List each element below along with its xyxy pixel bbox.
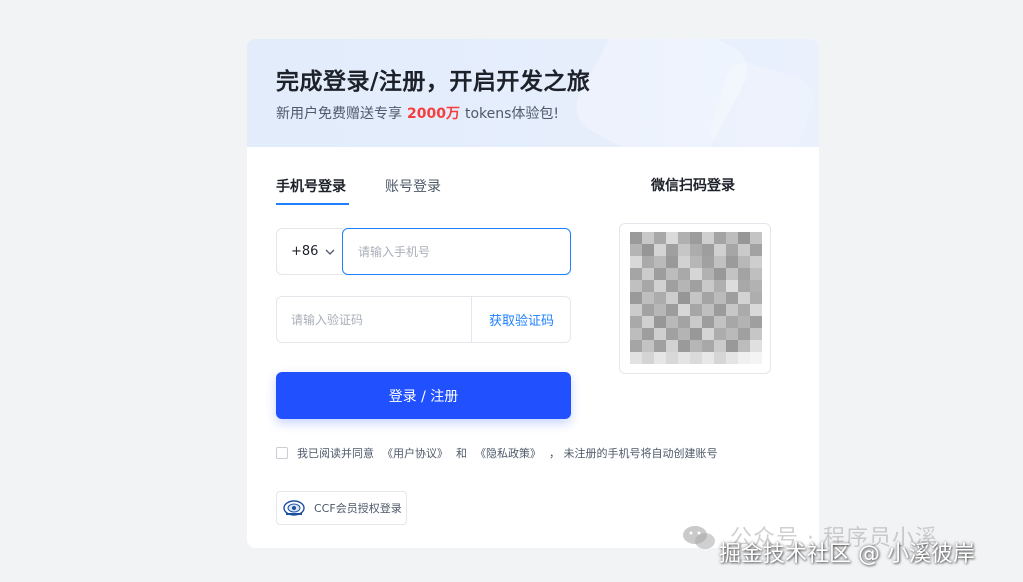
country-code-select[interactable]: +86: [276, 228, 343, 275]
subtitle-text: 新用户免费赠送专享: [276, 106, 402, 122]
modal-title: 完成登录/注册，开启开发之旅: [276, 69, 591, 95]
tab-account-login[interactable]: 账号登录: [385, 176, 441, 196]
country-code-value: +86: [291, 244, 319, 259]
tab-phone-login[interactable]: 手机号登录: [276, 176, 346, 196]
user-agreement-link[interactable]: 《用户协议》: [382, 445, 448, 461]
agreement-row: 我已阅读并同意 《用户协议》 和 《隐私政策》 ， 未注册的手机号将自动创建账号: [276, 445, 718, 461]
qr-code-image: [630, 232, 762, 364]
get-code-button[interactable]: 获取验证码: [472, 297, 570, 342]
subtitle-text-end: tokens体验包!: [464, 106, 560, 122]
wechat-qr-code[interactable]: [619, 223, 771, 374]
agreement-and-text: 和: [456, 447, 467, 460]
login-modal: 完成登录/注册，开启开发之旅 新用户免费赠送专享 2000万 tokens体验包! …: [247, 39, 819, 548]
phone-input[interactable]: [342, 228, 571, 275]
subtitle-highlight: 2000万: [407, 106, 460, 122]
ccf-login-button[interactable]: CCF会员授权登录: [276, 491, 407, 525]
verification-code-input[interactable]: [277, 297, 471, 342]
login-register-button[interactable]: 登录 / 注册: [276, 372, 571, 419]
phone-row: +86: [276, 228, 571, 275]
ccf-login-label: CCF会员授权登录: [314, 502, 402, 515]
modal-subtitle: 新用户免费赠送专享 2000万 tokens体验包!: [276, 103, 559, 123]
agreement-checkbox[interactable]: [276, 447, 288, 459]
verification-code-row: 获取验证码: [276, 296, 571, 343]
modal-header: 完成登录/注册，开启开发之旅 新用户免费赠送专享 2000万 tokens体验包!: [247, 39, 819, 147]
ccf-logo-icon: [283, 500, 305, 516]
agreement-note: ， 未注册的手机号将自动创建账号: [549, 447, 718, 460]
privacy-policy-link[interactable]: 《隐私政策》: [475, 445, 541, 461]
wechat-login-title: 微信扫码登录: [651, 178, 735, 194]
agreement-text: 我已阅读并同意: [297, 447, 374, 460]
active-tab-indicator: [276, 203, 349, 205]
chevron-down-icon: [325, 249, 335, 255]
